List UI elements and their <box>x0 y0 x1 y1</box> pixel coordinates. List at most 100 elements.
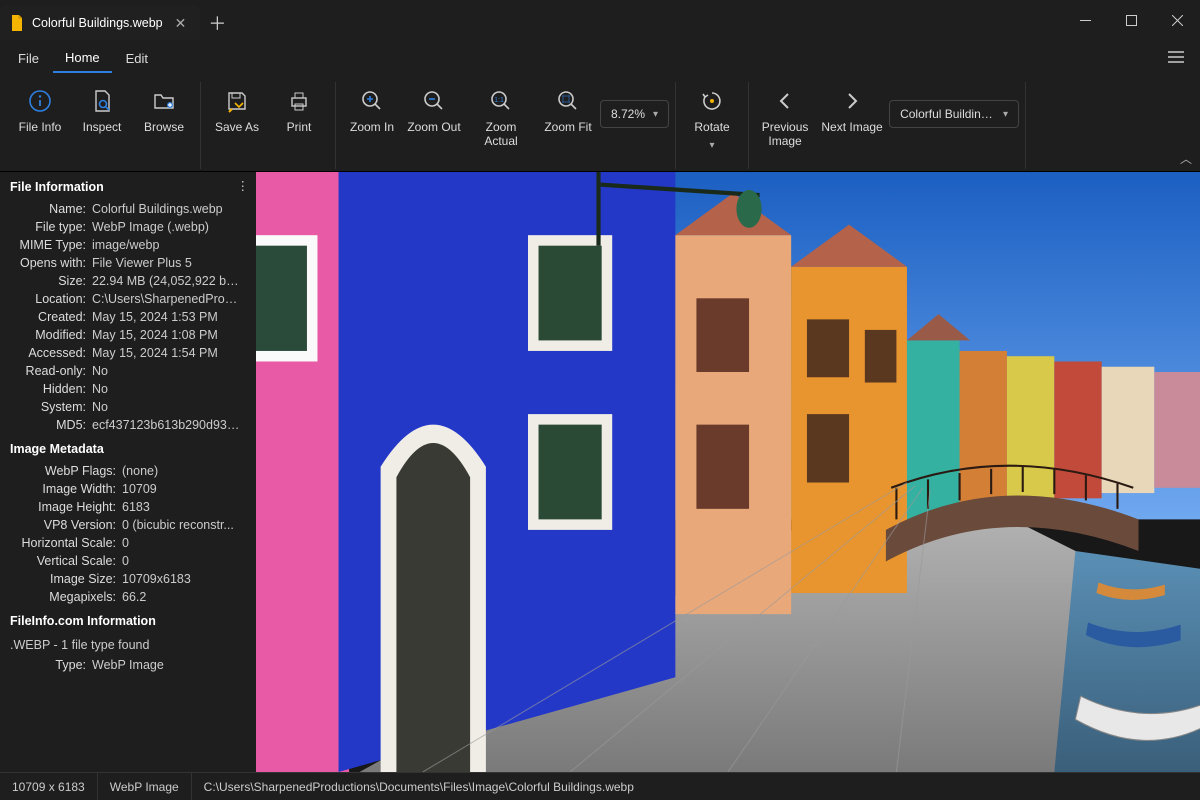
close-tab-button[interactable]: ✕ <box>171 13 191 34</box>
info-row-size: Size:22.94 MB (24,052,922 bytes) <box>6 272 248 290</box>
ribbon-group-output: Save As Print <box>201 82 336 169</box>
svg-text:1:1: 1:1 <box>494 97 504 104</box>
info-row-hidden: Hidden:No <box>6 380 248 398</box>
zoom-fit-icon <box>556 88 580 114</box>
info-row-opens-with: Opens with:File Viewer Plus 5 <box>6 254 248 272</box>
status-format: WebP Image <box>98 773 192 800</box>
document-icon <box>10 15 24 31</box>
save-as-button[interactable]: Save As <box>207 82 267 138</box>
info-row-md5: MD5:ecf437123b613b290d939c... <box>6 416 248 434</box>
fileinfo-com-heading: FileInfo.com Information <box>6 606 248 634</box>
ribbon-label: Zoom Actual <box>468 120 534 148</box>
image-file-dropdown[interactable]: Colorful Buildings.... ▾ <box>889 100 1019 128</box>
sidebar-menu-button[interactable]: ⋮ <box>237 178 251 193</box>
info-row-filetype: File type:WebP Image (.webp) <box>6 218 248 236</box>
meta-row-imgsize: Image Size:10709x6183 <box>6 570 248 588</box>
ribbon-label: Save As <box>215 120 259 134</box>
info-row-created: Created:May 15, 2024 1:53 PM <box>6 308 248 326</box>
minimize-button[interactable] <box>1062 0 1108 40</box>
ribbon-label: File Info <box>19 120 62 134</box>
menu-file[interactable]: File <box>6 45 51 72</box>
zoom-level-dropdown[interactable]: 8.72% ▾ <box>600 100 669 128</box>
ribbon-label: Print <box>287 120 312 134</box>
meta-row-vscale: Vertical Scale:0 <box>6 552 248 570</box>
chevron-down-icon: ▾ <box>1003 109 1008 120</box>
zoom-in-button[interactable]: Zoom In <box>342 82 402 138</box>
main-area: ⋮ File Information Name:Colorful Buildin… <box>0 172 1200 772</box>
info-icon <box>28 88 52 114</box>
image-metadata-heading: Image Metadata <box>6 434 248 462</box>
rotate-button[interactable]: Rotate ▾ <box>682 82 742 155</box>
inspect-icon <box>90 88 114 114</box>
chevron-left-icon <box>773 88 797 114</box>
chevron-down-icon: ▾ <box>653 109 658 120</box>
info-row-readonly: Read-only:No <box>6 362 248 380</box>
document-tab[interactable]: Colorful Buildings.webp ✕ <box>0 6 200 40</box>
zoom-in-icon <box>360 88 384 114</box>
ribbon-label: Zoom In <box>350 120 394 134</box>
folder-icon <box>152 88 176 114</box>
previous-image-button[interactable]: Previous Image <box>755 82 815 152</box>
ribbon-group-rotate: Rotate ▾ <box>676 82 749 169</box>
zoom-fit-button[interactable]: Zoom Fit <box>538 82 598 138</box>
zoom-out-icon <box>422 88 446 114</box>
ribbon-label: Next Image <box>821 120 882 134</box>
zoom-actual-icon: 1:1 <box>489 88 513 114</box>
meta-row-megapixels: Megapixels:66.2 <box>6 588 248 606</box>
fileinfo-result-line: .WEBP - 1 file type found <box>6 634 248 656</box>
file-selector-label: Colorful Buildings.... <box>900 107 995 121</box>
print-icon <box>287 88 311 114</box>
statusbar: 10709 x 6183 WebP Image C:\Users\Sharpen… <box>0 772 1200 800</box>
close-window-button[interactable] <box>1154 0 1200 40</box>
info-row-mime: MIME Type:image/webp <box>6 236 248 254</box>
chevron-down-icon: ▾ <box>710 140 715 151</box>
window-controls <box>1062 0 1200 40</box>
zoom-out-button[interactable]: Zoom Out <box>404 82 464 138</box>
meta-row-height: Image Height:6183 <box>6 498 248 516</box>
ribbon-label: Rotate <box>694 120 729 134</box>
info-row-name: Name:Colorful Buildings.webp <box>6 200 248 218</box>
ribbon-label: Inspect <box>83 120 122 134</box>
ribbon-group-zoom: Zoom In Zoom Out 1:1 Zoom Actual Zoom Fi… <box>336 82 676 169</box>
print-button[interactable]: Print <box>269 82 329 138</box>
browse-button[interactable]: Browse <box>134 82 194 138</box>
info-row-location: Location:C:\Users\SharpenedProdu... <box>6 290 248 308</box>
ribbon-label: Zoom Out <box>407 120 460 134</box>
info-row-system: System:No <box>6 398 248 416</box>
meta-row-width: Image Width:10709 <box>6 480 248 498</box>
ribbon-group-navigate: Previous Image Next Image Colorful Build… <box>749 82 1026 169</box>
ribbon-label: Previous Image <box>757 120 813 148</box>
meta-row-flags: WebP Flags:(none) <box>6 462 248 480</box>
info-sidebar: ⋮ File Information Name:Colorful Buildin… <box>0 172 256 772</box>
titlebar: Colorful Buildings.webp ✕ ＋ <box>0 0 1200 40</box>
ribbon-toolbar: File Info Inspect Browse Save As Print Z… <box>0 76 1200 172</box>
next-image-button[interactable]: Next Image <box>817 82 887 138</box>
maximize-button[interactable] <box>1108 0 1154 40</box>
collapse-ribbon-button[interactable]: ︿ <box>1180 150 1192 167</box>
file-info-heading: File Information <box>6 180 248 200</box>
status-dimensions: 10709 x 6183 <box>0 773 98 800</box>
menu-edit[interactable]: Edit <box>114 45 160 72</box>
zoom-actual-button[interactable]: 1:1 Zoom Actual <box>466 82 536 152</box>
image-viewport[interactable] <box>256 172 1200 772</box>
displayed-image <box>256 172 1200 772</box>
file-info-button[interactable]: File Info <box>10 82 70 138</box>
chevron-right-icon <box>840 88 864 114</box>
new-tab-button[interactable]: ＋ <box>200 6 234 40</box>
menubar: File Home Edit <box>0 40 1200 76</box>
tab-title: Colorful Buildings.webp <box>32 16 163 30</box>
meta-row-vp8: VP8 Version:0 (bicubic reconstr... <box>6 516 248 534</box>
menu-home[interactable]: Home <box>53 44 112 73</box>
fileinfo-row-type: Type:WebP Image <box>6 656 248 674</box>
info-row-modified: Modified:May 15, 2024 1:08 PM <box>6 326 248 344</box>
info-row-accessed: Accessed:May 15, 2024 1:54 PM <box>6 344 248 362</box>
inspect-button[interactable]: Inspect <box>72 82 132 138</box>
ribbon-label: Browse <box>144 120 184 134</box>
ribbon-group-file: File Info Inspect Browse <box>4 82 201 169</box>
hamburger-menu[interactable] <box>1158 45 1194 72</box>
zoom-value: 8.72% <box>611 107 645 121</box>
meta-row-hscale: Horizontal Scale:0 <box>6 534 248 552</box>
status-path: C:\Users\SharpenedProductions\Documents\… <box>192 773 646 800</box>
save-icon <box>225 88 249 114</box>
rotate-icon <box>700 88 724 114</box>
